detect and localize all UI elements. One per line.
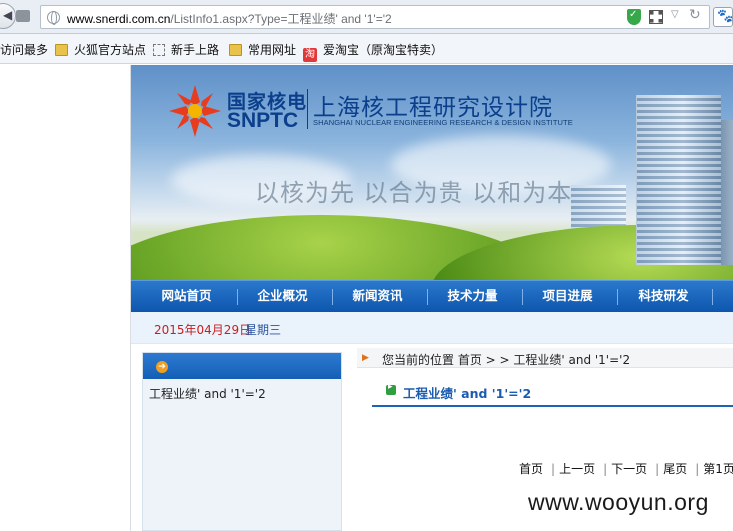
logo-english-text: SNPTC <box>227 109 299 132</box>
sidebar-item-engineering-performance[interactable]: 工程业绩' and '1'='2 <box>149 385 266 402</box>
bookmark-common-sites[interactable]: 常用网址 <box>229 41 296 58</box>
nav-item-home[interactable]: 网站首页 <box>139 281 234 313</box>
url-host: www.snerdi.com.cn <box>67 12 171 26</box>
slogan-text: 以核为先 以合为贵 以和为本 <box>255 179 573 207</box>
sidebar-header: ➔ <box>143 353 341 379</box>
header-banner: 国家核电 SNPTC 上海核工程研究设计院 SHANGHAI NUCLEAR E… <box>131 65 733 280</box>
pager-separator: | <box>603 462 608 476</box>
nav-item-research[interactable]: 科技研发 <box>616 281 711 313</box>
address-bar: ◀ www.snerdi.com.cn/ListInfo1.aspx?Type=… <box>0 0 733 34</box>
back-arrow-icon: ◀ <box>3 8 13 22</box>
folder-icon <box>229 44 242 56</box>
refresh-icon[interactable]: ↻ <box>689 7 701 23</box>
shield-icon[interactable] <box>627 9 641 25</box>
pagination: 首页 | 上一页 | 下一页 | 尾页 | 第1页 <box>519 460 733 477</box>
current-date: 2015年04月29日 <box>154 323 252 337</box>
folder-icon <box>55 44 68 56</box>
breadcrumb: ▶ 您当前的位置 首页 > > 工程业绩' and '1'='2 <box>357 348 733 368</box>
nav-item-projects[interactable]: 项目进展 <box>520 281 615 313</box>
last-page-link[interactable]: 尾页 <box>663 462 687 476</box>
qr-code-icon[interactable] <box>649 10 663 24</box>
content-title: 工程业绩' and '1'='2 <box>403 386 532 401</box>
prev-page-link[interactable]: 上一页 <box>559 462 595 476</box>
nav-item-news[interactable]: 新闻资讯 <box>330 281 425 313</box>
arrow-right-circle-icon: ➔ <box>156 361 168 373</box>
page-left-gutter <box>0 65 131 531</box>
date-bar: 2015年04月29日 星期三 <box>131 312 733 344</box>
snptc-logo-icon <box>169 85 221 137</box>
next-page-link[interactable]: 下一页 <box>611 462 647 476</box>
content-header: 工程业绩' and '1'='2 <box>372 377 733 407</box>
first-page-link[interactable]: 首页 <box>519 462 543 476</box>
url-text[interactable]: www.snerdi.com.cn/ListInfo1.aspx?Type=工程… <box>67 10 392 27</box>
pager-separator: | <box>695 462 700 476</box>
dashed-page-icon <box>153 44 165 56</box>
url-input[interactable]: www.snerdi.com.cn/ListInfo1.aspx?Type=工程… <box>40 5 710 29</box>
nav-item-technology[interactable]: 技术力量 <box>425 281 520 313</box>
bookmark-most-visited[interactable]: 访问最多 <box>0 41 48 58</box>
bookmark-getting-started[interactable]: 新手上路 <box>153 41 219 58</box>
page-info: 第1页 <box>703 462 733 476</box>
globe-icon <box>47 11 60 25</box>
back-button[interactable]: ◀ <box>0 3 16 29</box>
watermark-text: www.wooyun.org <box>528 489 709 515</box>
current-weekday: 星期三 <box>245 323 282 337</box>
main-nav: 网站首页 企业概况 新闻资讯 技术力量 项目进展 科技研发 <box>131 280 733 312</box>
logo-divider <box>307 89 308 129</box>
url-path: /ListInfo1.aspx?Type=工程业绩' and '1'='2 <box>170 12 392 26</box>
bookmarks-toolbar: 访问最多 火狐官方站点 新手上路 常用网址 淘爱淘宝（原淘宝特卖） <box>0 34 733 64</box>
chevron-down-icon[interactable]: ▽ <box>671 9 679 20</box>
paw-icon: 🐾 <box>717 9 733 24</box>
institute-name-cn: 上海核工程研究设计院 <box>313 95 553 121</box>
baidu-paw-button[interactable]: 🐾 <box>713 7 733 27</box>
institute-name-en: SHANGHAI NUCLEAR ENGINEERING RESEARCH & … <box>313 118 573 127</box>
bullet-icon <box>386 382 396 395</box>
bookmark-firefox-official[interactable]: 火狐官方站点 <box>55 41 146 58</box>
pager-separator: | <box>655 462 660 476</box>
tower-building-side <box>721 120 733 265</box>
site-identity-icon[interactable] <box>16 10 30 22</box>
nav-divider <box>712 289 713 305</box>
arrow-right-icon: ▶ <box>362 353 369 363</box>
pager-separator: | <box>551 462 556 476</box>
sidebar-panel: ➔ 工程业绩' and '1'='2 <box>142 352 342 531</box>
nav-item-company[interactable]: 企业概况 <box>235 281 330 313</box>
taobao-icon: 淘 <box>303 48 317 62</box>
breadcrumb-text: 您当前的位置 首页 > > 工程业绩' and '1'='2 <box>382 353 631 367</box>
bookmark-ai-taobao[interactable]: 淘爱淘宝（原淘宝特卖） <box>303 41 443 62</box>
tower-building-image <box>636 95 721 265</box>
web-page: 国家核电 SNPTC 上海核工程研究设计院 SHANGHAI NUCLEAR E… <box>0 65 733 531</box>
